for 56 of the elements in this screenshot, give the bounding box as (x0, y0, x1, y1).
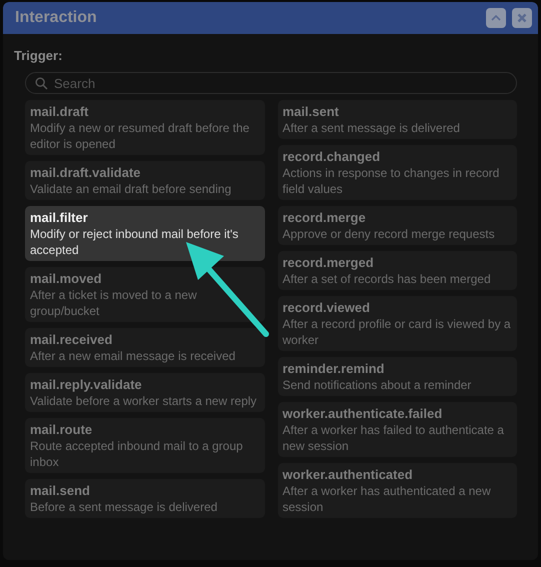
trigger-description: Approve or deny record merge requests (282, 226, 496, 242)
trigger-name: mail.draft.validate (30, 165, 142, 181)
trigger-description: After a worker has authenticated a new session (282, 483, 492, 515)
trigger-item[interactable]: mail.sent After a sent message is delivered (278, 100, 517, 139)
trigger-name: record.merge (282, 210, 367, 226)
trigger-item[interactable]: mail.send Before a sent message is delivered (25, 479, 264, 518)
trigger-item[interactable]: mail.draft.validate Validate an email draft before sending (25, 161, 264, 200)
trigger-item[interactable]: worker.authenticate.failed After a worker has failed to authenticate a new session (278, 402, 517, 457)
trigger-name: mail.sent (282, 104, 340, 120)
caret-icon (491, 15, 501, 21)
trigger-name: mail.filter (30, 210, 89, 226)
collapse-button[interactable] (486, 8, 506, 28)
trigger-name: record.changed (282, 149, 382, 165)
trigger-item[interactable]: record.merged After a set of records has been merged (278, 251, 517, 290)
trigger-item[interactable]: record.viewed After a record profile or card is viewed by a worker (278, 296, 517, 351)
trigger-item[interactable]: mail.moved After a ticket is moved to a new group/bucket (25, 267, 264, 322)
trigger-description: After a worker has failed to authenticate a new session (282, 422, 505, 454)
trigger-description: Route accepted inbound mail to a group inbox (30, 438, 244, 470)
trigger-description: Validate an email draft before sending (30, 181, 232, 197)
trigger-description: Send notifications about a reminder (282, 377, 472, 393)
trigger-name: worker.authenticated (282, 467, 414, 483)
trigger-item[interactable]: mail.draft Modify a new or resumed draft before the editor is opened (25, 100, 264, 155)
trigger-description: Validate before a worker starts a new reply (30, 393, 258, 409)
trigger-item[interactable]: mail.received After a new email message is received (25, 328, 264, 367)
trigger-item[interactable]: record.changed Actions in response to changes in record field values (278, 145, 517, 200)
close-button[interactable] (512, 8, 532, 28)
search-icon (35, 77, 48, 90)
trigger-name: worker.authenticate.failed (282, 406, 444, 422)
trigger-item[interactable]: mail.filter Modify or reject inbound mail before it's accepted (25, 206, 264, 261)
window-title: Interaction (15, 9, 97, 27)
trigger-description: Modify or reject inbound mail before it's accepted (30, 226, 240, 258)
trigger-name: reminder.remind (282, 361, 386, 377)
trigger-name: mail.received (30, 332, 114, 348)
trigger-description: After a set of records has been merged (282, 271, 492, 287)
trigger-description: Modify a new or resumed draft before the editor is opened (30, 120, 250, 152)
trigger-item[interactable]: record.merge Approve or deny record merge requests (278, 206, 517, 245)
trigger-description: Actions in response to changes in record field values (282, 165, 500, 197)
trigger-description: After a record profile or card is viewed by a worker (282, 316, 512, 348)
trigger-name: mail.route (30, 422, 94, 438)
trigger-name: record.merged (282, 255, 375, 271)
trigger-name: mail.draft (30, 104, 90, 120)
trigger-item[interactable]: mail.route Route accepted inbound mail to a group inbox (25, 418, 264, 473)
trigger-name: mail.send (30, 483, 91, 499)
close-icon (517, 13, 527, 23)
trigger-item[interactable]: worker.authenticated After a worker has authenticated a new session (278, 463, 517, 518)
trigger-description: After a new email message is received (30, 348, 236, 364)
trigger-name: record.viewed (282, 300, 371, 316)
trigger-item[interactable]: reminder.remind Send notifications about a reminder (278, 357, 517, 396)
trigger-description: After a sent message is delivered (282, 120, 461, 136)
trigger-item[interactable]: mail.reply.validate Validate before a worker starts a new reply (25, 373, 264, 412)
trigger-description: After a ticket is moved to a new group/bucket (30, 287, 198, 319)
trigger-label: Trigger: (14, 48, 64, 63)
trigger-description: Before a sent message is delivered (30, 499, 218, 515)
trigger-name: mail.reply.validate (30, 377, 143, 393)
trigger-name: mail.moved (30, 271, 103, 287)
search-field[interactable]: Search (25, 72, 517, 94)
